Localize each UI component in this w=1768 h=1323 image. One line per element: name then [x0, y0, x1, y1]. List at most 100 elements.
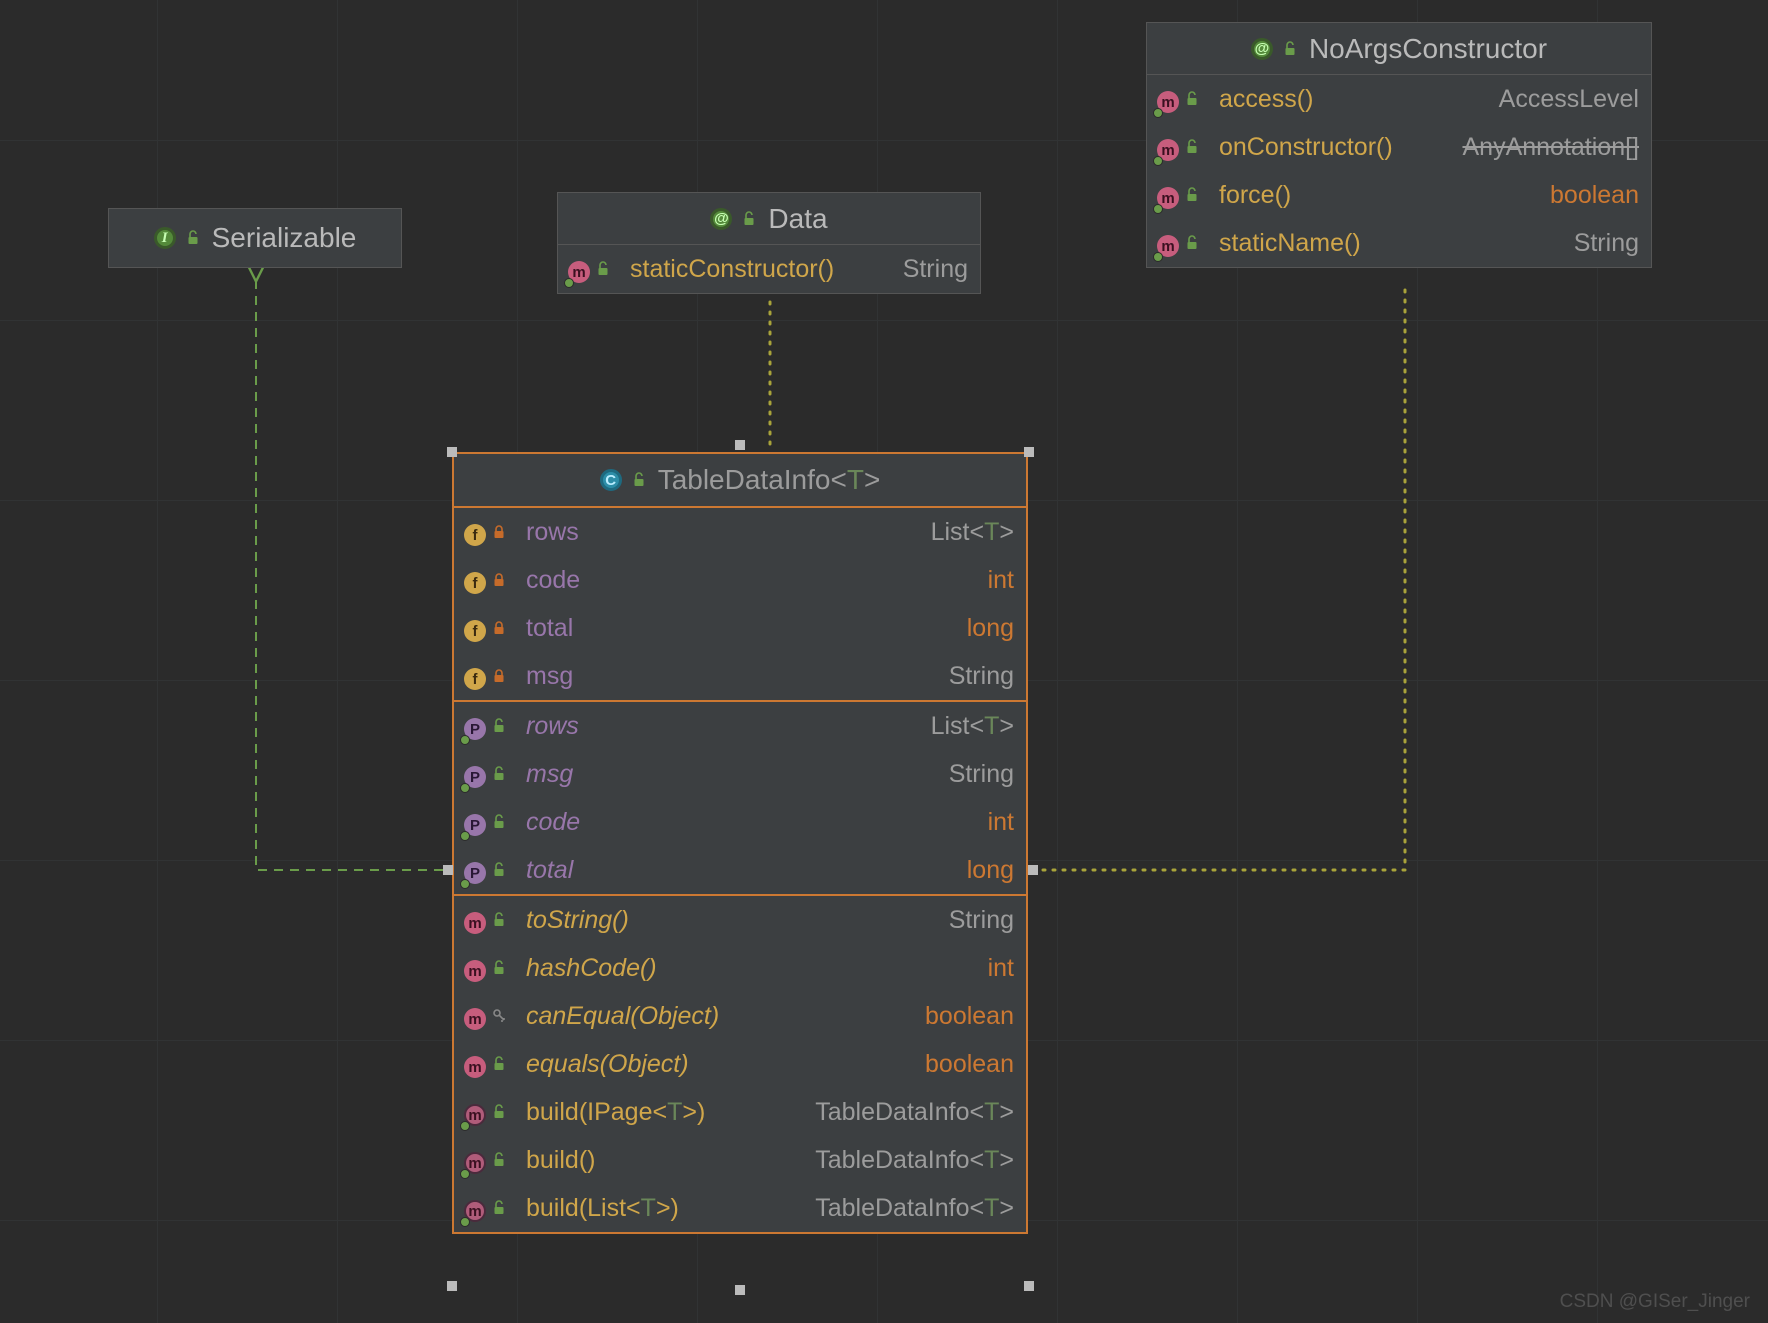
member-row: m staticConstructor() String: [558, 245, 980, 293]
unlock-icon: [490, 1149, 508, 1171]
member-type: TableDataInfo<T>: [815, 1194, 1014, 1223]
field-icon: f: [464, 524, 486, 546]
resize-handle[interactable]: [447, 1281, 457, 1291]
unlock-icon: [490, 909, 508, 931]
members-list: m access() AccessLevel m onConstructor()…: [1147, 75, 1651, 267]
resize-handle[interactable]: [1024, 447, 1034, 457]
member-type: String: [949, 662, 1014, 691]
member-type: boolean: [1550, 181, 1639, 210]
member-row: P msg String: [454, 750, 1026, 798]
key-icon: [490, 1005, 508, 1027]
lock-icon: [490, 665, 508, 687]
member-type: TableDataInfo<T>: [815, 1146, 1014, 1175]
member-row: f msg String: [454, 652, 1026, 700]
unlock-icon: [594, 258, 612, 280]
member-type: String: [949, 760, 1014, 789]
member-type: AnyAnnotation[]: [1462, 133, 1639, 162]
member-type: String: [903, 255, 968, 284]
member-row: m access() AccessLevel: [1147, 75, 1651, 123]
member-row: f rows List<T>: [454, 508, 1026, 556]
member-row: m onConstructor() AnyAnnotation[]: [1147, 123, 1651, 171]
member-type: int: [988, 566, 1014, 595]
unlock-icon: [1183, 88, 1201, 110]
unlock-icon: [490, 1197, 508, 1219]
interface-icon: I: [154, 227, 176, 249]
class-box-noargs[interactable]: @ NoArgsConstructor m access() AccessLev…: [1146, 22, 1652, 268]
members-list: m staticConstructor() String: [558, 245, 980, 293]
unlock-icon: [1183, 136, 1201, 158]
resize-handle[interactable]: [1024, 1281, 1034, 1291]
class-title: Data: [768, 203, 827, 235]
method-icon: m: [464, 1008, 486, 1030]
member-row: m staticName() String: [1147, 219, 1651, 267]
member-row: m force() boolean: [1147, 171, 1651, 219]
method-icon: m: [464, 912, 486, 934]
class-title: Serializable: [212, 222, 357, 254]
box-header: @ Data: [558, 193, 980, 245]
unlock-icon: [490, 1101, 508, 1123]
unlock-icon: [740, 208, 758, 230]
class-box-tabledatainfo[interactable]: C TableDataInfo<T> f rows List<T> f code…: [452, 452, 1028, 1234]
member-row: m canEqual(Object) boolean: [454, 992, 1026, 1040]
member-type: List<T>: [931, 518, 1014, 547]
class-icon: C: [600, 469, 622, 491]
resize-handle[interactable]: [735, 1285, 745, 1295]
member-row: P code int: [454, 798, 1026, 846]
annotation-icon: @: [710, 208, 732, 230]
class-title: NoArgsConstructor: [1309, 33, 1547, 65]
lock-icon: [490, 569, 508, 591]
annotation-icon: @: [1251, 38, 1273, 60]
class-box-serializable[interactable]: I Serializable: [108, 208, 402, 268]
class-box-data[interactable]: @ Data m staticConstructor() String: [557, 192, 981, 294]
box-header: I Serializable: [109, 209, 401, 267]
unlock-icon: [1183, 184, 1201, 206]
members-section: P rows List<T> P msg String P code int P…: [454, 700, 1026, 894]
unlock-icon: [490, 763, 508, 785]
member-row: m hashCode() int: [454, 944, 1026, 992]
box-header: C TableDataInfo<T>: [454, 454, 1026, 508]
member-row: m equals(Object) boolean: [454, 1040, 1026, 1088]
member-type: String: [1574, 229, 1639, 258]
members-section: m toString() String m hashCode() int m c…: [454, 894, 1026, 1232]
member-row: f code int: [454, 556, 1026, 604]
lock-icon: [490, 617, 508, 639]
unlock-icon: [1281, 38, 1299, 60]
lock-icon: [490, 521, 508, 543]
unlock-icon: [1183, 232, 1201, 254]
member-type: TableDataInfo<T>: [815, 1098, 1014, 1127]
resize-handle[interactable]: [1028, 865, 1038, 875]
member-type: long: [967, 856, 1014, 885]
member-type: String: [949, 906, 1014, 935]
member-row: m toString() String: [454, 896, 1026, 944]
member-type: AccessLevel: [1499, 85, 1639, 114]
member-row: f total long: [454, 604, 1026, 652]
class-title: TableDataInfo<T>: [658, 464, 881, 496]
member-type: long: [967, 614, 1014, 643]
box-header: @ NoArgsConstructor: [1147, 23, 1651, 75]
unlock-icon: [490, 1053, 508, 1075]
watermark: CSDN @GISer_Jinger: [1560, 1291, 1750, 1313]
unlock-icon: [490, 957, 508, 979]
member-row: m build(List<T>) TableDataInfo<T>: [454, 1184, 1026, 1232]
member-type: boolean: [925, 1002, 1014, 1031]
member-type: int: [988, 808, 1014, 837]
member-row: m build(IPage<T>) TableDataInfo<T>: [454, 1088, 1026, 1136]
member-row: P total long: [454, 846, 1026, 894]
resize-handle[interactable]: [447, 447, 457, 457]
resize-handle[interactable]: [443, 865, 453, 875]
unlock-icon: [184, 227, 202, 249]
member-type: int: [988, 954, 1014, 983]
unlock-icon: [490, 715, 508, 737]
unlock-icon: [490, 811, 508, 833]
field-icon: f: [464, 668, 486, 690]
member-type: boolean: [925, 1050, 1014, 1079]
field-icon: f: [464, 620, 486, 642]
field-icon: f: [464, 572, 486, 594]
members-section: f rows List<T> f code int f total long f…: [454, 508, 1026, 700]
resize-handle[interactable]: [735, 440, 745, 450]
member-type: List<T>: [931, 712, 1014, 741]
member-row: P rows List<T>: [454, 702, 1026, 750]
member-row: m build() TableDataInfo<T>: [454, 1136, 1026, 1184]
method-icon: m: [464, 960, 486, 982]
unlock-icon: [490, 859, 508, 881]
